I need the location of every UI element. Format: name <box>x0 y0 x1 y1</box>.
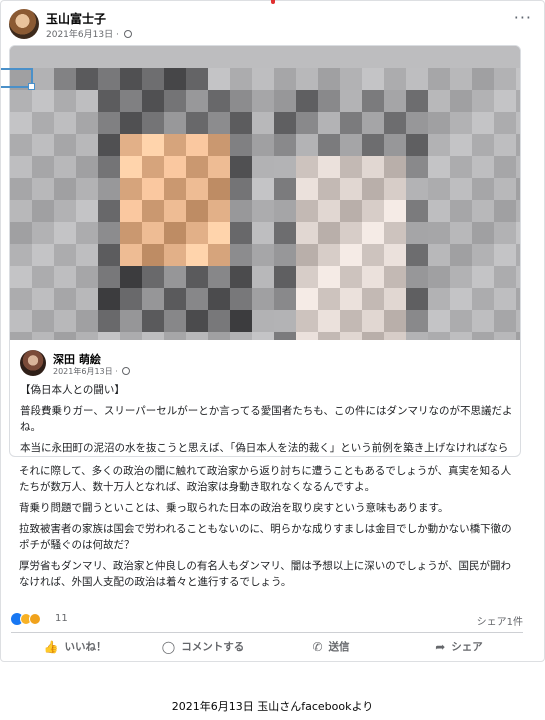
shared-paragraph: 本当に永田町の泥沼の水を抜こうと思えば、「偽日本人を法的裁く」という前例を築き上… <box>20 442 509 454</box>
share-icon: ➦ <box>435 639 446 654</box>
shared-post-date[interactable]: 2021年6月13日 <box>53 367 113 376</box>
messenger-icon: ✆ <box>312 639 323 654</box>
share-button[interactable]: ➦ シェア <box>395 633 523 660</box>
image-caption: 2021年6月13日 玉山さんfacebookより <box>171 700 374 713</box>
shared-post-text: 【偽日本人との闘い】 普段費乗りガー、スリーパーセルがーとか言ってる愛国者たちも… <box>20 382 516 456</box>
author-name[interactable]: 玉山富士子 <box>46 10 106 27</box>
shared-author-name[interactable]: 深田 萌絵 <box>53 351 101 367</box>
post-meta: 2021年6月13日 · <box>46 27 132 40</box>
globe-icon <box>123 30 132 38</box>
post-paragraph: それに際して、多くの政治の闇に触れて政治家から返り討ちに遭うこともあるでしょうが… <box>19 465 512 493</box>
post-paragraph: 背乗り問題で闘うといことは、乗っ取られた日本の政治を取り戻すという意味もあります… <box>19 502 449 514</box>
post-paragraph: 厚労省もダンマリ、政治家と仲良しの有名人もダンマリ、闇は予想以上に深いのでしょう… <box>19 560 512 588</box>
more-horizontal-icon[interactable]: ··· <box>514 10 532 26</box>
post-header: 玉山富士子 2021年6月13日 · ··· <box>1 1 545 45</box>
post-paragraph: 拉致被害者の家族は国会で労われることもないのに、明らかな成りすましは金目でしか動… <box>19 523 512 551</box>
reaction-count[interactable]: 11 <box>55 613 68 624</box>
like-button[interactable]: 👍 いいね！ <box>11 633 139 660</box>
pixelated-faces <box>10 68 520 340</box>
send-button[interactable]: ✆ 送信 <box>267 633 395 660</box>
selection-handle[interactable] <box>1 68 35 90</box>
author-avatar[interactable] <box>9 9 39 39</box>
shared-author-avatar[interactable] <box>20 350 46 376</box>
share-count[interactable]: シェア1件 <box>477 613 523 628</box>
shared-post-header: 深田 萌絵 2021年6月13日 · <box>20 348 510 378</box>
comment-button[interactable]: ◯ コメントする <box>139 633 267 660</box>
globe-icon <box>122 367 131 375</box>
post-date[interactable]: 2021年6月13日 <box>46 30 113 40</box>
post-text: それに際して、多くの政治の闇に触れて政治家から返り討ちに遭うこともあるでしょうが… <box>19 463 519 595</box>
meta-separator: · <box>115 30 119 40</box>
shared-post[interactable]: 深田 萌絵 2021年6月13日 · 【偽日本人との闘い】 普段費乗りガー、スリ… <box>9 45 521 457</box>
facebook-post: 玉山富士子 2021年6月13日 · ··· 深田 萌絵 2021年6月13日 … <box>0 0 545 662</box>
thumbs-up-icon: 👍 <box>43 639 59 654</box>
shared-paragraph: 【偽日本人との闘い】 <box>20 384 125 396</box>
photo-top-band <box>10 46 520 68</box>
share-label: シェア <box>451 641 483 653</box>
send-label: 送信 <box>328 641 350 653</box>
meta-separator: · <box>115 367 118 376</box>
like-label: いいね！ <box>64 641 107 653</box>
pixelated-photo <box>10 46 520 340</box>
shared-post-meta: 2021年6月13日 · <box>53 366 131 377</box>
page-marker <box>271 0 275 4</box>
action-bar: 👍 いいね！ ◯ コメントする ✆ 送信 ➦ シェア <box>11 632 523 660</box>
shared-paragraph: 普段費乗りガー、スリーパーセルがーとか言ってる愛国者たちも、この件にはダンマリな… <box>20 405 513 433</box>
sad-reaction-icon[interactable] <box>29 613 41 625</box>
comment-icon: ◯ <box>161 639 176 654</box>
reaction-summary: 11 シェア1件 <box>11 612 523 628</box>
comment-label: コメントする <box>181 641 245 653</box>
